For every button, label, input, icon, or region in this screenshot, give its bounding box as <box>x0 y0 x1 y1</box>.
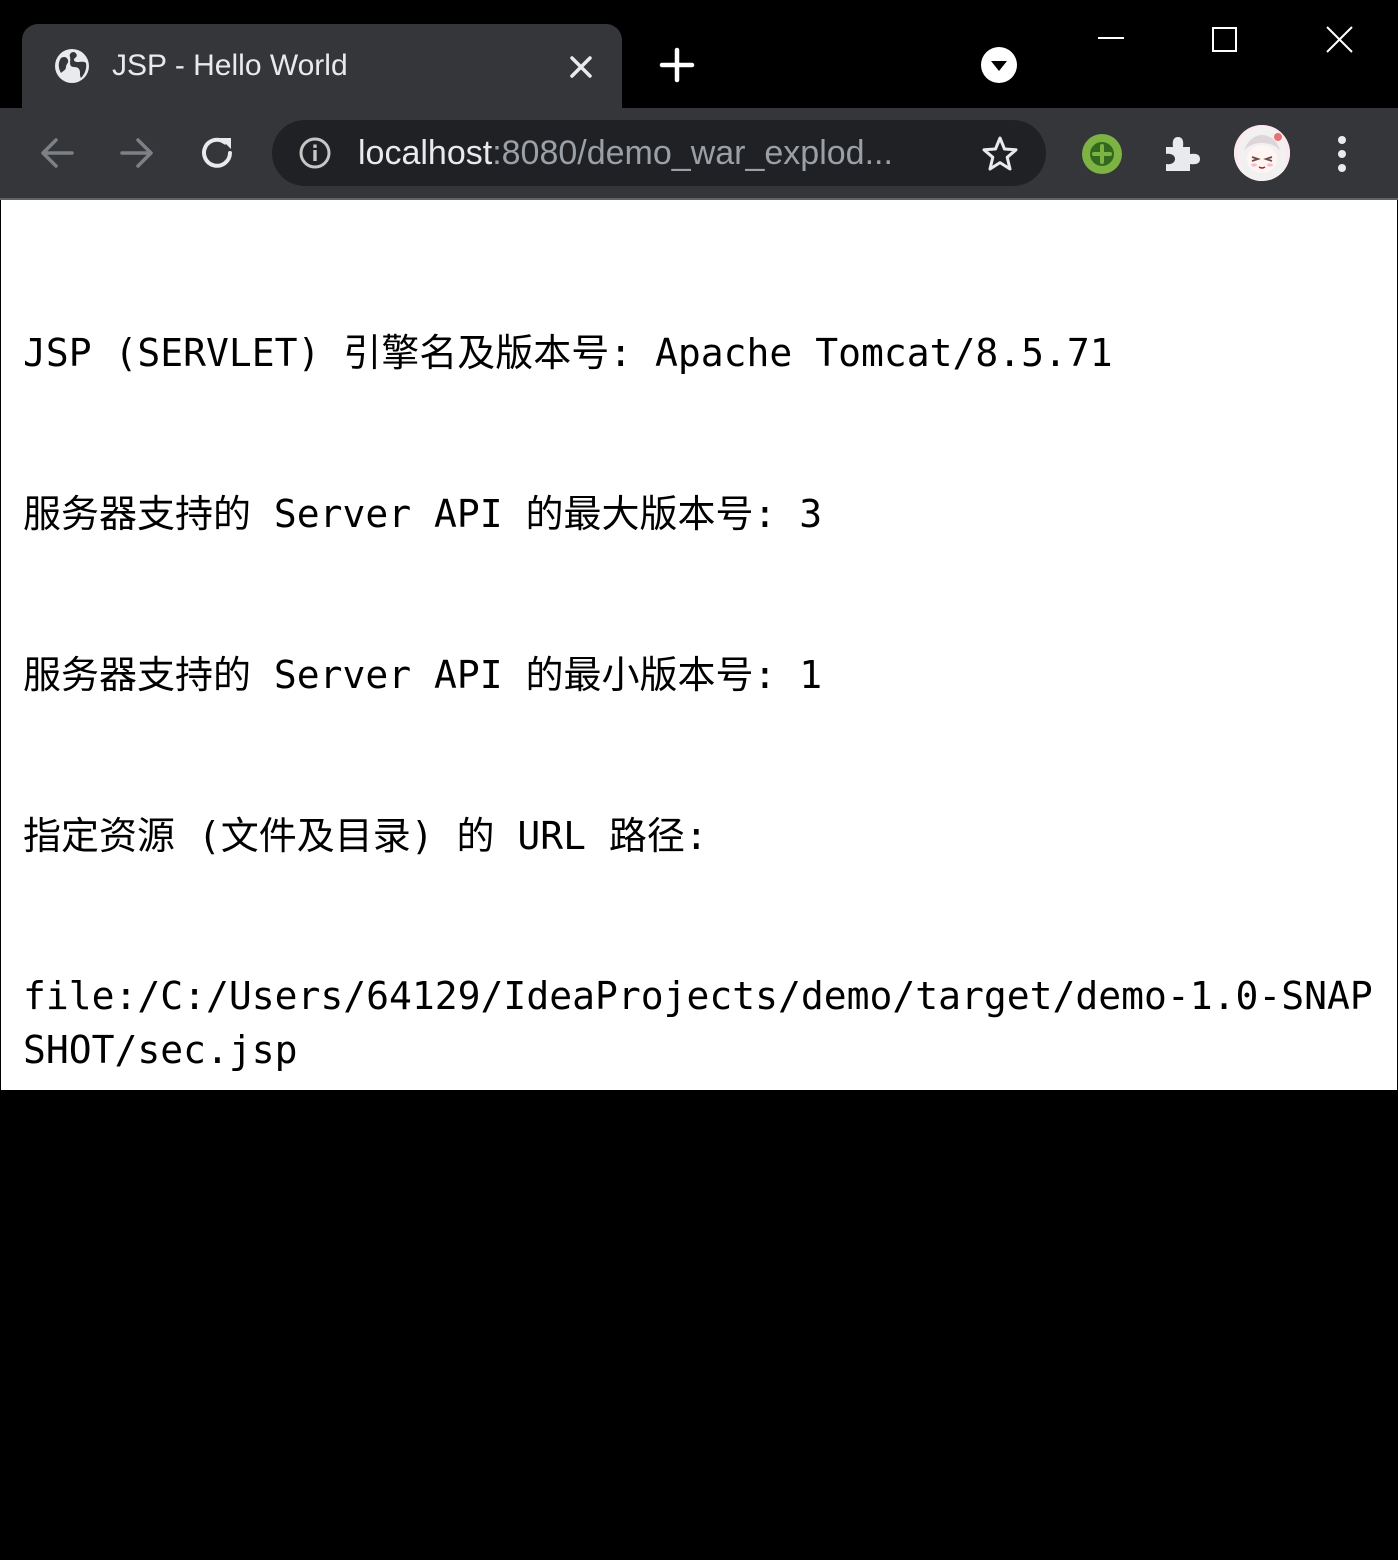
browser-window: JSP - Hello World localhost:8080/demo_wa… <box>0 0 1398 1447</box>
address-bar[interactable]: localhost:8080/demo_war_explod... <box>272 120 1046 186</box>
tab-strip: JSP - Hello World <box>0 0 1398 108</box>
globe-icon <box>55 49 89 83</box>
bookmark-star-icon[interactable] <box>980 134 1020 174</box>
reload-icon[interactable] <box>194 130 240 176</box>
url-path: :8080/demo_war_explod... <box>492 134 893 172</box>
tab-title: JSP - Hello World <box>112 49 348 82</box>
resource-url-label: 指定资源 (文件及目录) 的 URL 路径: <box>23 813 708 858</box>
real-path-value: C:\Users\64129\IdeaProjects\demo\target\… <box>23 1349 1373 1448</box>
close-window-icon[interactable] <box>1310 18 1370 62</box>
back-arrow-icon[interactable] <box>34 130 80 176</box>
tab-jsp-hello-world[interactable]: JSP - Hello World <box>22 24 622 108</box>
maximize-window-icon[interactable] <box>1194 18 1254 62</box>
site-info-icon[interactable] <box>298 136 332 170</box>
avatar-face-icon <box>1234 125 1290 181</box>
minimize-window-icon[interactable] <box>1080 18 1140 62</box>
page-content: JSP (SERVLET) 引擎名及版本号: Apache Tomcat/8.5… <box>1 200 1397 1447</box>
url-host: localhost <box>358 134 493 172</box>
max-api-version-line: 服务器支持的 Server API 的最大版本号: 3 <box>23 491 823 536</box>
extension-plus-icon[interactable] <box>1080 132 1124 176</box>
engine-info-line: JSP (SERVLET) 引擎名及版本号: Apache Tomcat/8.5… <box>23 331 1113 376</box>
close-tab-icon[interactable] <box>566 52 596 82</box>
new-tab-button[interactable] <box>656 44 698 86</box>
resource-url-value: file:/C:/Users/64129/IdeaProjects/demo/t… <box>23 974 1373 1072</box>
tab-search-icon[interactable] <box>980 46 1018 84</box>
extensions-puzzle-icon[interactable] <box>1160 131 1204 175</box>
real-path-label: 返回 sec.jsp 虚拟路径的真实路径: <box>23 1188 670 1233</box>
more-menu-icon[interactable] <box>1322 131 1362 177</box>
forward-arrow-icon[interactable] <box>114 130 160 176</box>
page-output: JSP (SERVLET) 引擎名及版本号: Apache Tomcat/8.5… <box>23 220 1383 1560</box>
url-text[interactable]: localhost:8080/demo_war_explod... <box>358 120 948 186</box>
min-api-version-line: 服务器支持的 Server API 的最小版本号: 1 <box>23 652 823 697</box>
profile-avatar[interactable] <box>1234 125 1290 181</box>
